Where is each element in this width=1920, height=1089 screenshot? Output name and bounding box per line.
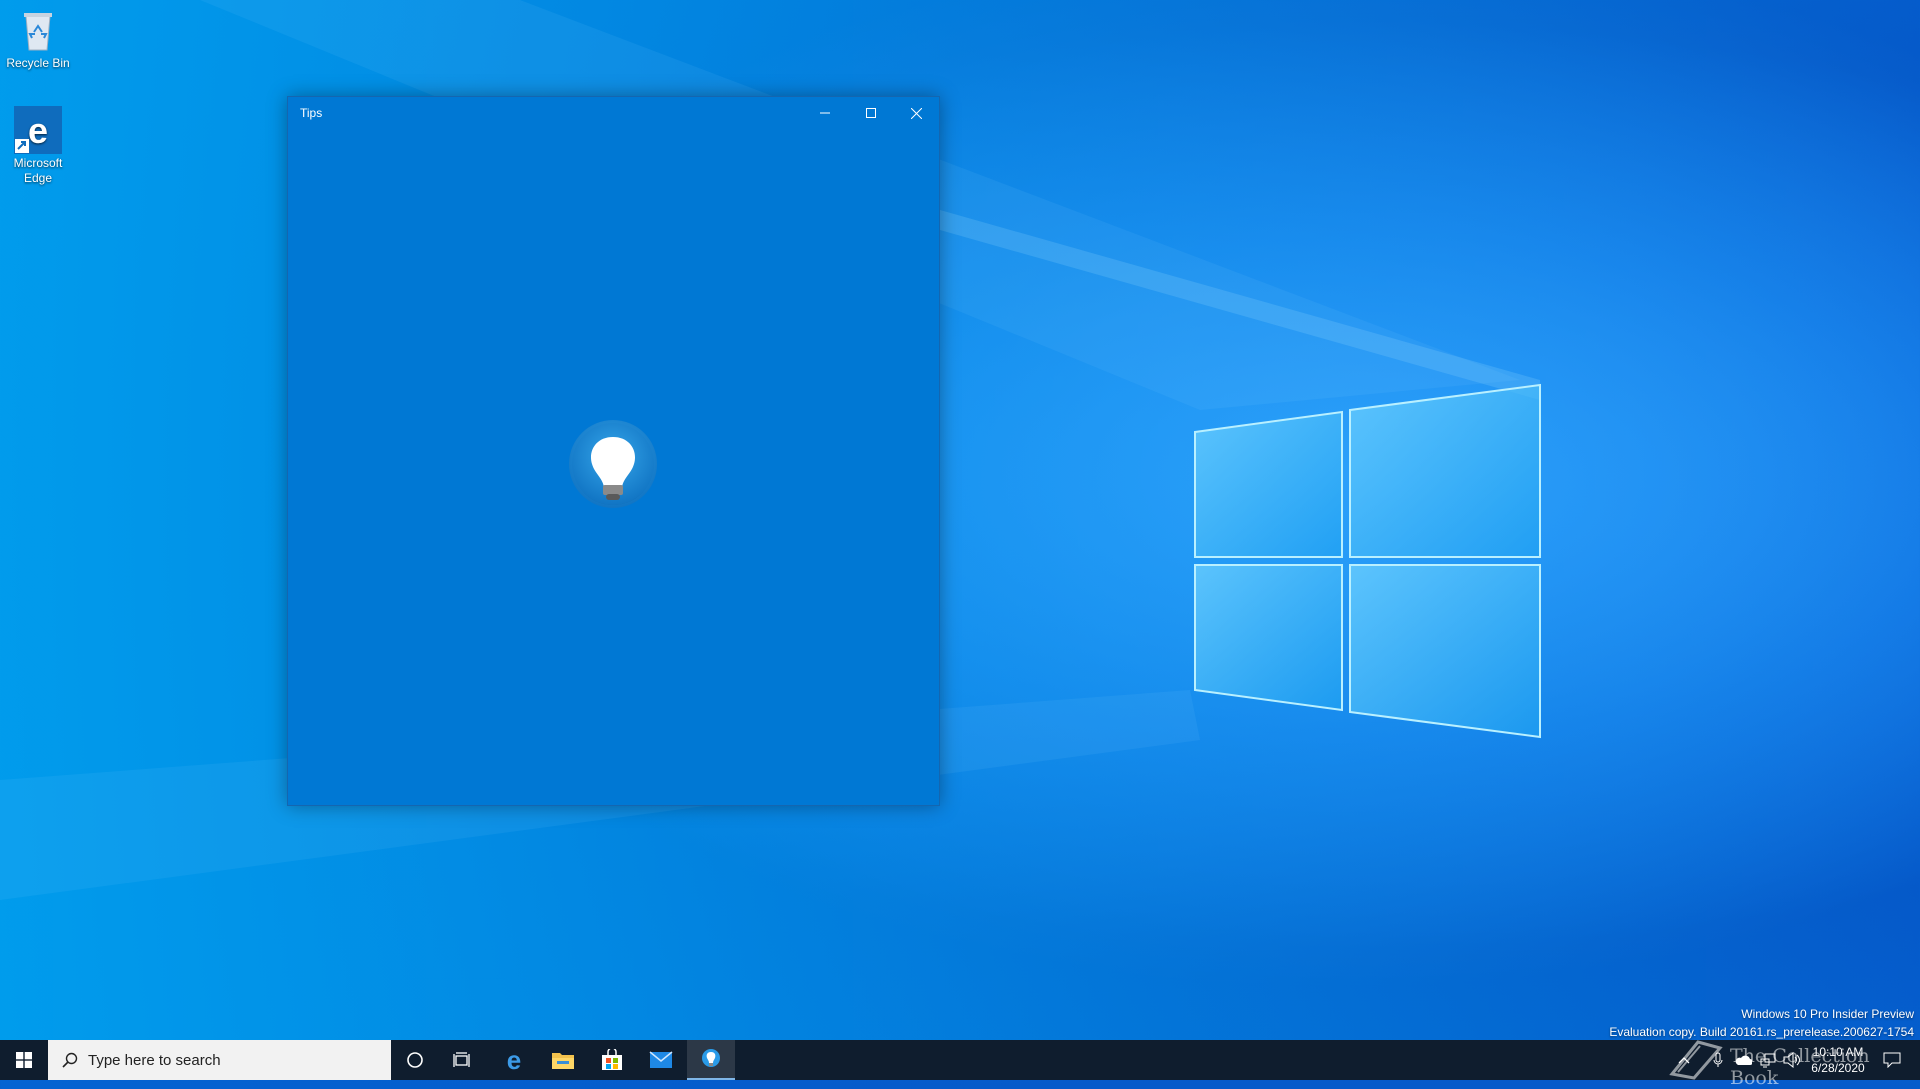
svg-text:e: e: [507, 1048, 521, 1072]
build-watermark: Windows 10 Pro Insider Preview Evaluatio…: [1609, 1005, 1914, 1041]
tips-window[interactable]: Tips: [287, 96, 940, 806]
file-explorer-icon: [552, 1053, 574, 1069]
cortana-button[interactable]: [391, 1040, 439, 1080]
minimize-button[interactable]: [802, 97, 848, 129]
window-title: Tips: [300, 106, 323, 120]
start-button[interactable]: [0, 1040, 48, 1080]
desktop-icon-label: Microsoft Edge: [13, 156, 63, 185]
taskbar: Type here to search e 10:10 AM 6/28/2020: [0, 1040, 1920, 1080]
edge-icon: e: [14, 106, 62, 154]
tips-icon: [702, 1049, 720, 1067]
task-view-button[interactable]: [439, 1040, 487, 1080]
task-view-icon: [453, 1052, 470, 1067]
taskbar-mail-button[interactable]: [637, 1040, 685, 1080]
store-icon: [602, 1049, 622, 1070]
search-placeholder: Type here to search: [88, 1051, 221, 1069]
book-logo-icon: [1669, 1040, 1723, 1080]
maximize-button[interactable]: [848, 97, 894, 129]
lightbulb-icon: [569, 420, 657, 508]
windows-logo-icon: [16, 1052, 32, 1068]
brand-overlay-text: The Collection Book: [1730, 1045, 1870, 1089]
taskbar-tips-button[interactable]: [687, 1040, 735, 1080]
recycle-bin-icon: [24, 13, 52, 51]
edge-icon: e: [507, 1048, 521, 1072]
mail-icon: [649, 1051, 673, 1068]
cortana-icon: [407, 1052, 423, 1068]
taskbar-file-explorer-button[interactable]: [539, 1040, 587, 1080]
close-icon: [910, 107, 922, 119]
taskbar-search-box[interactable]: Type here to search: [48, 1040, 391, 1080]
desktop-icon-microsoft-edge[interactable]: e Microsoft Edge: [0, 106, 76, 186]
svg-text:e: e: [28, 110, 48, 151]
desktop-icon-recycle-bin[interactable]: Recycle Bin: [0, 6, 76, 71]
watermark-line-1: Windows 10 Pro Insider Preview: [1741, 1007, 1914, 1021]
window-titlebar[interactable]: Tips: [288, 97, 939, 129]
close-button[interactable]: [893, 97, 939, 129]
search-icon: [62, 1052, 78, 1068]
maximize-icon: [866, 108, 876, 118]
taskbar-edge-button[interactable]: e: [490, 1040, 538, 1080]
desktop-icon-label: Recycle Bin: [6, 56, 70, 70]
watermark-line-2: Evaluation copy. Build 20161.rs_prerelea…: [1609, 1025, 1914, 1039]
minimize-icon: [820, 112, 830, 114]
taskbar-store-button[interactable]: [588, 1040, 636, 1080]
